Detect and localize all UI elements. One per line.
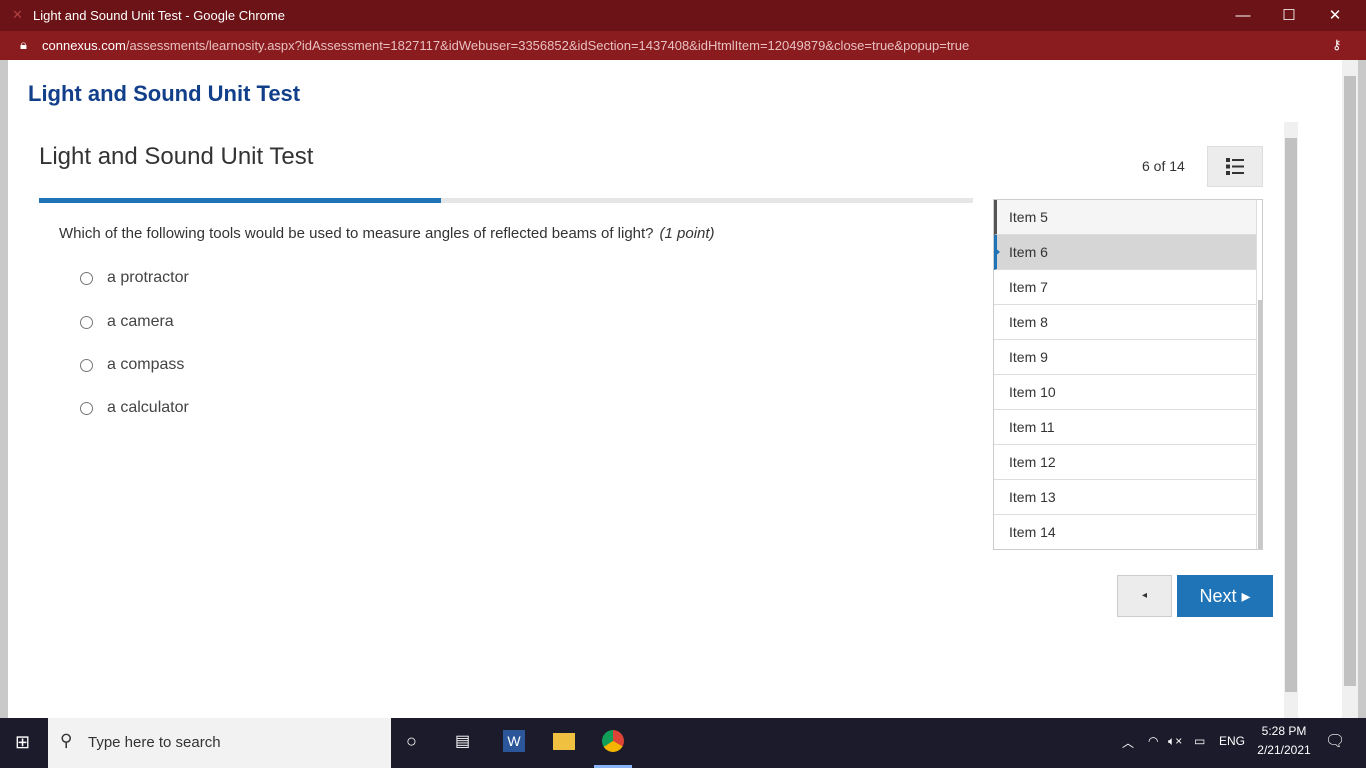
- show-hidden-icons[interactable]: ︿: [1122, 734, 1134, 751]
- file-explorer-icon[interactable]: [553, 733, 575, 750]
- key-icon[interactable]: ⚷: [1332, 37, 1342, 53]
- option-calculator[interactable]: a calculator: [80, 399, 189, 417]
- option-compass[interactable]: a compass: [80, 356, 184, 374]
- frame-scrollbar[interactable]: [1284, 122, 1298, 718]
- clock-time[interactable]: 5:28 PM: [1260, 724, 1308, 738]
- item-7[interactable]: Item 7: [994, 270, 1257, 305]
- chrome-icon[interactable]: [602, 730, 624, 752]
- battery-icon[interactable]: ▭: [1194, 734, 1205, 748]
- item-13[interactable]: Item 13: [994, 480, 1257, 515]
- close-button[interactable]: ✕: [1312, 0, 1358, 31]
- taskbar-search[interactable]: ⚲ Type here to search: [48, 718, 391, 768]
- connexus-logo-icon: ✕: [12, 7, 23, 22]
- radio-button[interactable]: [80, 271, 93, 285]
- option-camera[interactable]: a camera: [80, 313, 174, 331]
- item-11[interactable]: Item 11: [994, 410, 1257, 445]
- item-6[interactable]: Item 6: [994, 235, 1257, 270]
- previous-button[interactable]: ◂: [1117, 575, 1172, 617]
- language[interactable]: ENG: [1219, 734, 1245, 748]
- radio-button[interactable]: [80, 401, 93, 415]
- task-view-icon[interactable]: ▤: [455, 731, 470, 751]
- radio-button[interactable]: [80, 315, 93, 329]
- taskbar: ⊞ ⚲ Type here to search ○ ▤ W ︿ ◠ 🔈︎× ▭ …: [0, 718, 1366, 768]
- clock-date[interactable]: 2/21/2021: [1254, 743, 1314, 757]
- item-counter: 6 of 14: [1142, 158, 1185, 174]
- item-5[interactable]: Item 5: [994, 200, 1257, 235]
- question-text: Which of the following tools would be us…: [59, 225, 715, 242]
- item-14[interactable]: Item 14: [994, 515, 1257, 549]
- radio-button[interactable]: [80, 358, 93, 372]
- notifications-icon[interactable]: 🗨︎: [1325, 731, 1345, 751]
- address-bar[interactable]: 🔒︎ connexus.com/assessments/learnosity.a…: [0, 31, 1366, 60]
- list-icon: [1226, 158, 1244, 175]
- word-icon[interactable]: W: [503, 730, 525, 752]
- item-list: Item 5 Item 6 Item 7 Item 8 Item 9 Item …: [993, 199, 1263, 550]
- search-icon: ⚲: [60, 731, 73, 750]
- next-button[interactable]: Next ▸: [1177, 575, 1273, 617]
- window-title: Light and Sound Unit Test - Google Chrom…: [33, 8, 285, 23]
- item-10[interactable]: Item 10: [994, 375, 1257, 410]
- item-12[interactable]: Item 12: [994, 445, 1257, 480]
- url[interactable]: connexus.com/assessments/learnosity.aspx…: [42, 38, 969, 53]
- app-title: Light and Sound Unit Test: [28, 81, 301, 106]
- progress-bar: [39, 198, 973, 203]
- item-8[interactable]: Item 8: [994, 305, 1257, 340]
- lock-icon: 🔒︎: [20, 37, 27, 52]
- volume-muted-icon[interactable]: 🔈︎×: [1168, 734, 1182, 749]
- minimize-button[interactable]: —: [1220, 0, 1266, 31]
- option-protractor[interactable]: a protractor: [80, 269, 189, 287]
- item-list-toggle-button[interactable]: [1207, 146, 1263, 187]
- maximize-button[interactable]: ☐: [1266, 0, 1312, 31]
- page-scrollbar[interactable]: [1342, 60, 1358, 718]
- item-9[interactable]: Item 9: [994, 340, 1257, 375]
- progress-fill: [39, 198, 441, 203]
- test-title: Light and Sound Unit Test: [39, 143, 314, 170]
- cortana-icon[interactable]: ○: [406, 731, 417, 752]
- windows-start-icon[interactable]: ⊞: [15, 732, 30, 753]
- wifi-icon[interactable]: ◠: [1148, 734, 1158, 748]
- browser-title-bar: ✕ Light and Sound Unit Test - Google Chr…: [0, 0, 1366, 31]
- item-list-scrollbar[interactable]: [1256, 200, 1262, 549]
